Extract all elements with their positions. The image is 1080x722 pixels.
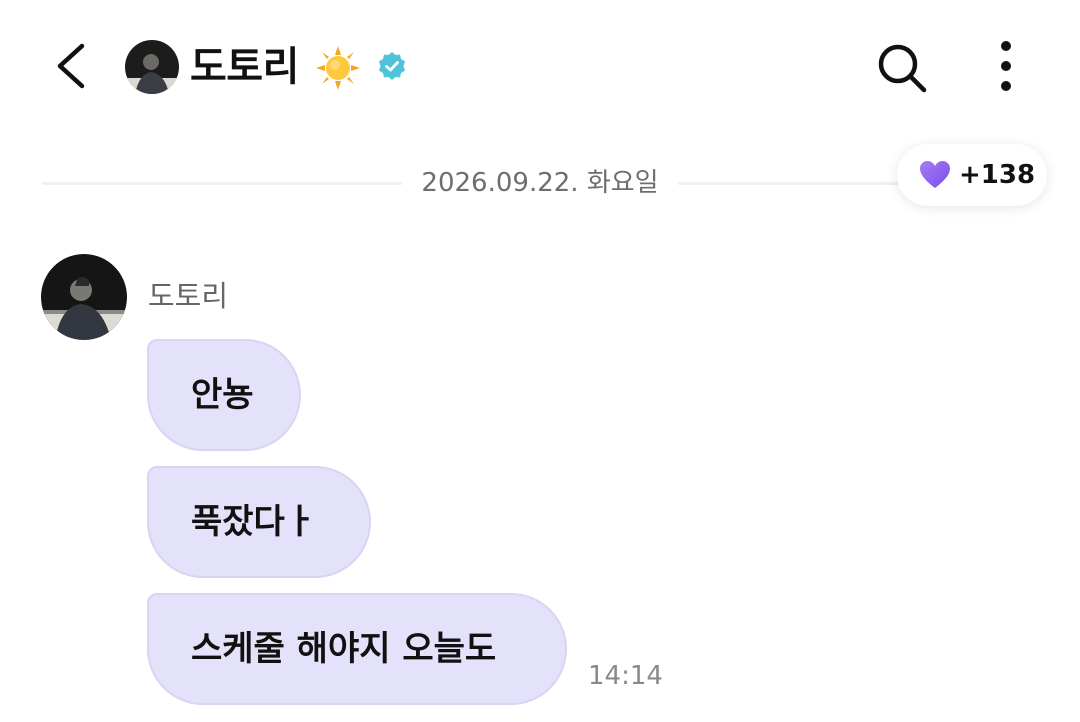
date-divider: 2026.09.22. 화요일 [42,160,902,206]
search-icon [878,44,927,93]
search-button[interactable] [872,38,932,98]
likes-count: +138 [959,160,1036,190]
verified-badge-icon [377,51,407,81]
message-timestamp: 14:14 [588,661,663,691]
divider-line-right [678,182,902,185]
more-options-button[interactable] [986,38,1026,98]
message-bubble[interactable]: 안뇽 [147,339,301,451]
message-bubble[interactable]: 스케줄 해야지 오늘도 [147,593,567,705]
header-avatar[interactable] [125,40,179,94]
more-vertical-icon [1001,41,1011,91]
page-title: 도토리 [190,44,299,90]
chat-header: 도토리 [0,0,1080,130]
sender-avatar[interactable] [41,254,127,340]
heart-icon [920,161,950,188]
date-label: 2026.09.22. 화요일 [421,168,659,198]
message-bubble[interactable]: 푹잤다ㅏ [147,466,371,578]
sender-name: 도토리 [148,279,229,313]
divider-line-left [42,182,402,185]
likes-button[interactable]: +138 [897,144,1047,206]
back-button[interactable] [44,36,100,96]
sun-icon [315,45,361,91]
chevron-left-icon [57,43,85,89]
